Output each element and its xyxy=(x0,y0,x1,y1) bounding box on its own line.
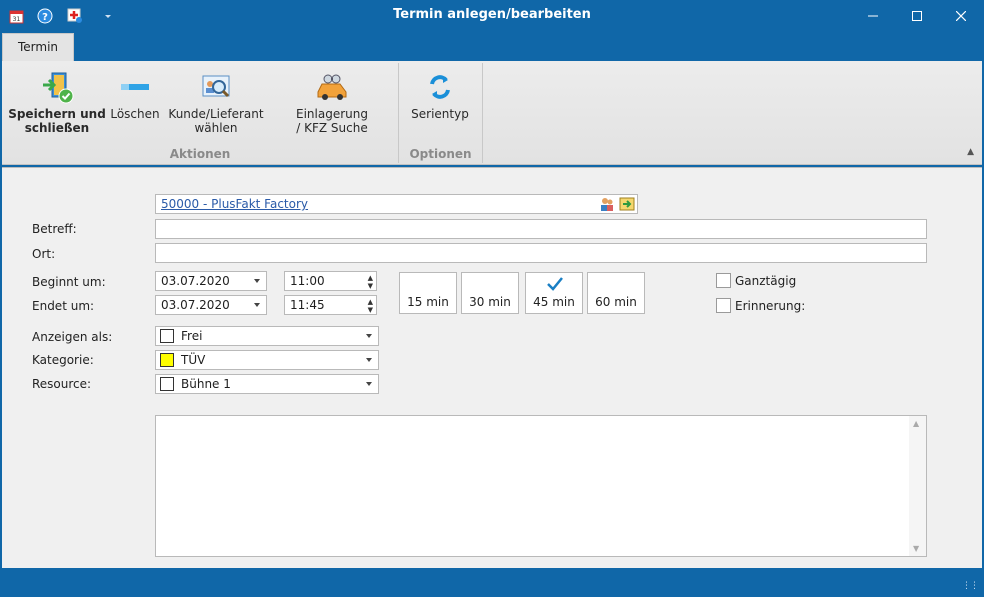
svg-text:31: 31 xyxy=(12,16,20,23)
save-close-label-1: Speichern und xyxy=(8,107,106,121)
duration-label: 30 min xyxy=(469,295,511,309)
status-bar: ⋮⋮ xyxy=(0,571,984,597)
collapse-ribbon-icon[interactable]: ▲ xyxy=(967,147,974,157)
end-date-picker[interactable]: 03.07.2020 xyxy=(155,295,267,315)
tab-row: Termin xyxy=(0,31,984,61)
help-icon[interactable]: ? xyxy=(35,6,55,26)
subject-label: Betreff: xyxy=(32,222,77,236)
start-time-value: 11:00 xyxy=(290,274,325,288)
scroll-up-icon[interactable]: ▲ xyxy=(913,419,919,428)
start-time-stepper[interactable]: 11:00 ▲ ▼ xyxy=(284,271,377,291)
duration-45-button[interactable]: 45 min xyxy=(525,272,583,314)
title-bar: 31 ? Termin anlegen/bearbeiten xyxy=(0,0,984,31)
showas-select[interactable]: Frei xyxy=(155,326,379,346)
start-date-value: 03.07.2020 xyxy=(161,274,230,288)
minimize-icon xyxy=(868,15,878,16)
category-value: TÜV xyxy=(181,353,206,367)
chevron-down-icon[interactable] xyxy=(254,303,260,307)
color-swatch xyxy=(160,353,174,367)
delete-button[interactable]: Löschen xyxy=(110,67,160,121)
scrollbar[interactable]: ▲ ▼ xyxy=(909,416,926,556)
showas-value: Frei xyxy=(181,329,203,343)
duration-label: 45 min xyxy=(533,295,575,309)
storage-car-search-button[interactable]: Einlagerung / KFZ Suche xyxy=(282,67,382,135)
allday-checkbox[interactable] xyxy=(716,273,731,288)
spin-up-icon[interactable]: ▲ xyxy=(368,299,373,306)
save-and-close-button[interactable]: Speichern und schließen xyxy=(8,67,106,135)
minimize-button[interactable] xyxy=(850,0,896,31)
delete-label: Löschen xyxy=(110,107,160,121)
duration-label: 15 min xyxy=(407,295,449,309)
duration-60-button[interactable]: 60 min xyxy=(587,272,645,314)
car-search-icon xyxy=(282,67,382,107)
storage-car-label-1: Einlagerung xyxy=(296,107,368,121)
select-customer-label-1: Kunde/Lieferant xyxy=(168,107,264,121)
end-time-stepper[interactable]: 11:45 ▲ ▼ xyxy=(284,295,377,315)
notes-textarea[interactable]: ▲ ▼ xyxy=(155,415,927,557)
tab-termin[interactable]: Termin xyxy=(2,33,74,61)
save-close-icon xyxy=(8,67,106,107)
scroll-down-icon[interactable]: ▼ xyxy=(913,544,919,553)
chevron-down-icon[interactable] xyxy=(254,279,260,283)
customer-link[interactable]: 50000 - PlusFakt Factory xyxy=(161,197,308,211)
end-label: Endet um: xyxy=(32,299,95,313)
maximize-icon xyxy=(912,10,922,21)
group-label-aktionen: Aktionen xyxy=(169,147,231,161)
chevron-down-icon[interactable] xyxy=(366,358,372,362)
recurrence-icon xyxy=(408,67,472,107)
add-icon[interactable] xyxy=(65,6,85,26)
group-separator xyxy=(482,63,483,163)
resource-value: Bühne 1 xyxy=(181,377,231,391)
maximize-button[interactable] xyxy=(894,0,940,31)
showas-label: Anzeigen als: xyxy=(32,330,113,344)
close-icon xyxy=(956,10,966,21)
spin-down-icon[interactable]: ▼ xyxy=(368,283,373,290)
end-time-value: 11:45 xyxy=(290,298,325,312)
category-label: Kategorie: xyxy=(32,353,94,367)
start-label: Beginnt um: xyxy=(32,275,106,289)
recurrence-type-button[interactable]: Serientyp xyxy=(408,67,472,121)
chevron-down-icon[interactable] xyxy=(366,334,372,338)
resize-grip-icon[interactable]: ⋮⋮ xyxy=(962,581,979,591)
delete-icon xyxy=(110,67,160,107)
svg-text:?: ? xyxy=(42,12,48,23)
chevron-down-icon[interactable] xyxy=(366,382,372,386)
dropdown-arrow-icon[interactable] xyxy=(98,6,118,26)
customer-search-icon xyxy=(168,67,264,107)
location-input[interactable] xyxy=(155,243,927,263)
reminder-checkbox[interactable] xyxy=(716,298,731,313)
group-label-optionen: Optionen xyxy=(409,147,472,161)
reminder-label: Erinnerung: xyxy=(735,299,806,313)
select-customer-button[interactable]: Kunde/Lieferant wählen xyxy=(168,67,264,135)
save-close-label-2: schließen xyxy=(24,121,90,135)
recurrence-label: Serientyp xyxy=(411,107,469,121)
duration-15-button[interactable]: 15 min xyxy=(399,272,457,314)
color-swatch xyxy=(160,377,174,391)
open-customer-icon[interactable] xyxy=(619,196,635,217)
ribbon: Speichern und schließen Löschen Kunde/Li… xyxy=(2,61,982,165)
resource-label: Resource: xyxy=(32,377,92,391)
check-icon xyxy=(547,277,563,294)
end-date-value: 03.07.2020 xyxy=(161,298,230,312)
category-select[interactable]: TÜV xyxy=(155,350,379,370)
customer-field: 50000 - PlusFakt Factory xyxy=(155,194,638,214)
duration-label: 60 min xyxy=(595,295,637,309)
window-title: Termin anlegen/bearbeiten xyxy=(393,7,591,22)
start-date-picker[interactable]: 03.07.2020 xyxy=(155,271,267,291)
color-swatch xyxy=(160,329,174,343)
storage-car-label-2: / KFZ Suche xyxy=(296,121,368,135)
location-label: Ort: xyxy=(32,247,56,261)
appointment-form: 50000 - PlusFakt Factory Betreff: Ort: B… xyxy=(2,167,982,568)
subject-input[interactable] xyxy=(155,219,927,239)
select-customer-label-2: wählen xyxy=(194,121,238,135)
spin-down-icon[interactable]: ▼ xyxy=(368,307,373,314)
allday-label: Ganztägig xyxy=(735,274,797,288)
duration-30-button[interactable]: 30 min xyxy=(461,272,519,314)
contacts-icon[interactable] xyxy=(599,196,615,217)
calendar-icon[interactable]: 31 xyxy=(6,6,26,26)
spin-up-icon[interactable]: ▲ xyxy=(368,275,373,282)
close-button[interactable] xyxy=(938,0,984,31)
resource-select[interactable]: Bühne 1 xyxy=(155,374,379,394)
